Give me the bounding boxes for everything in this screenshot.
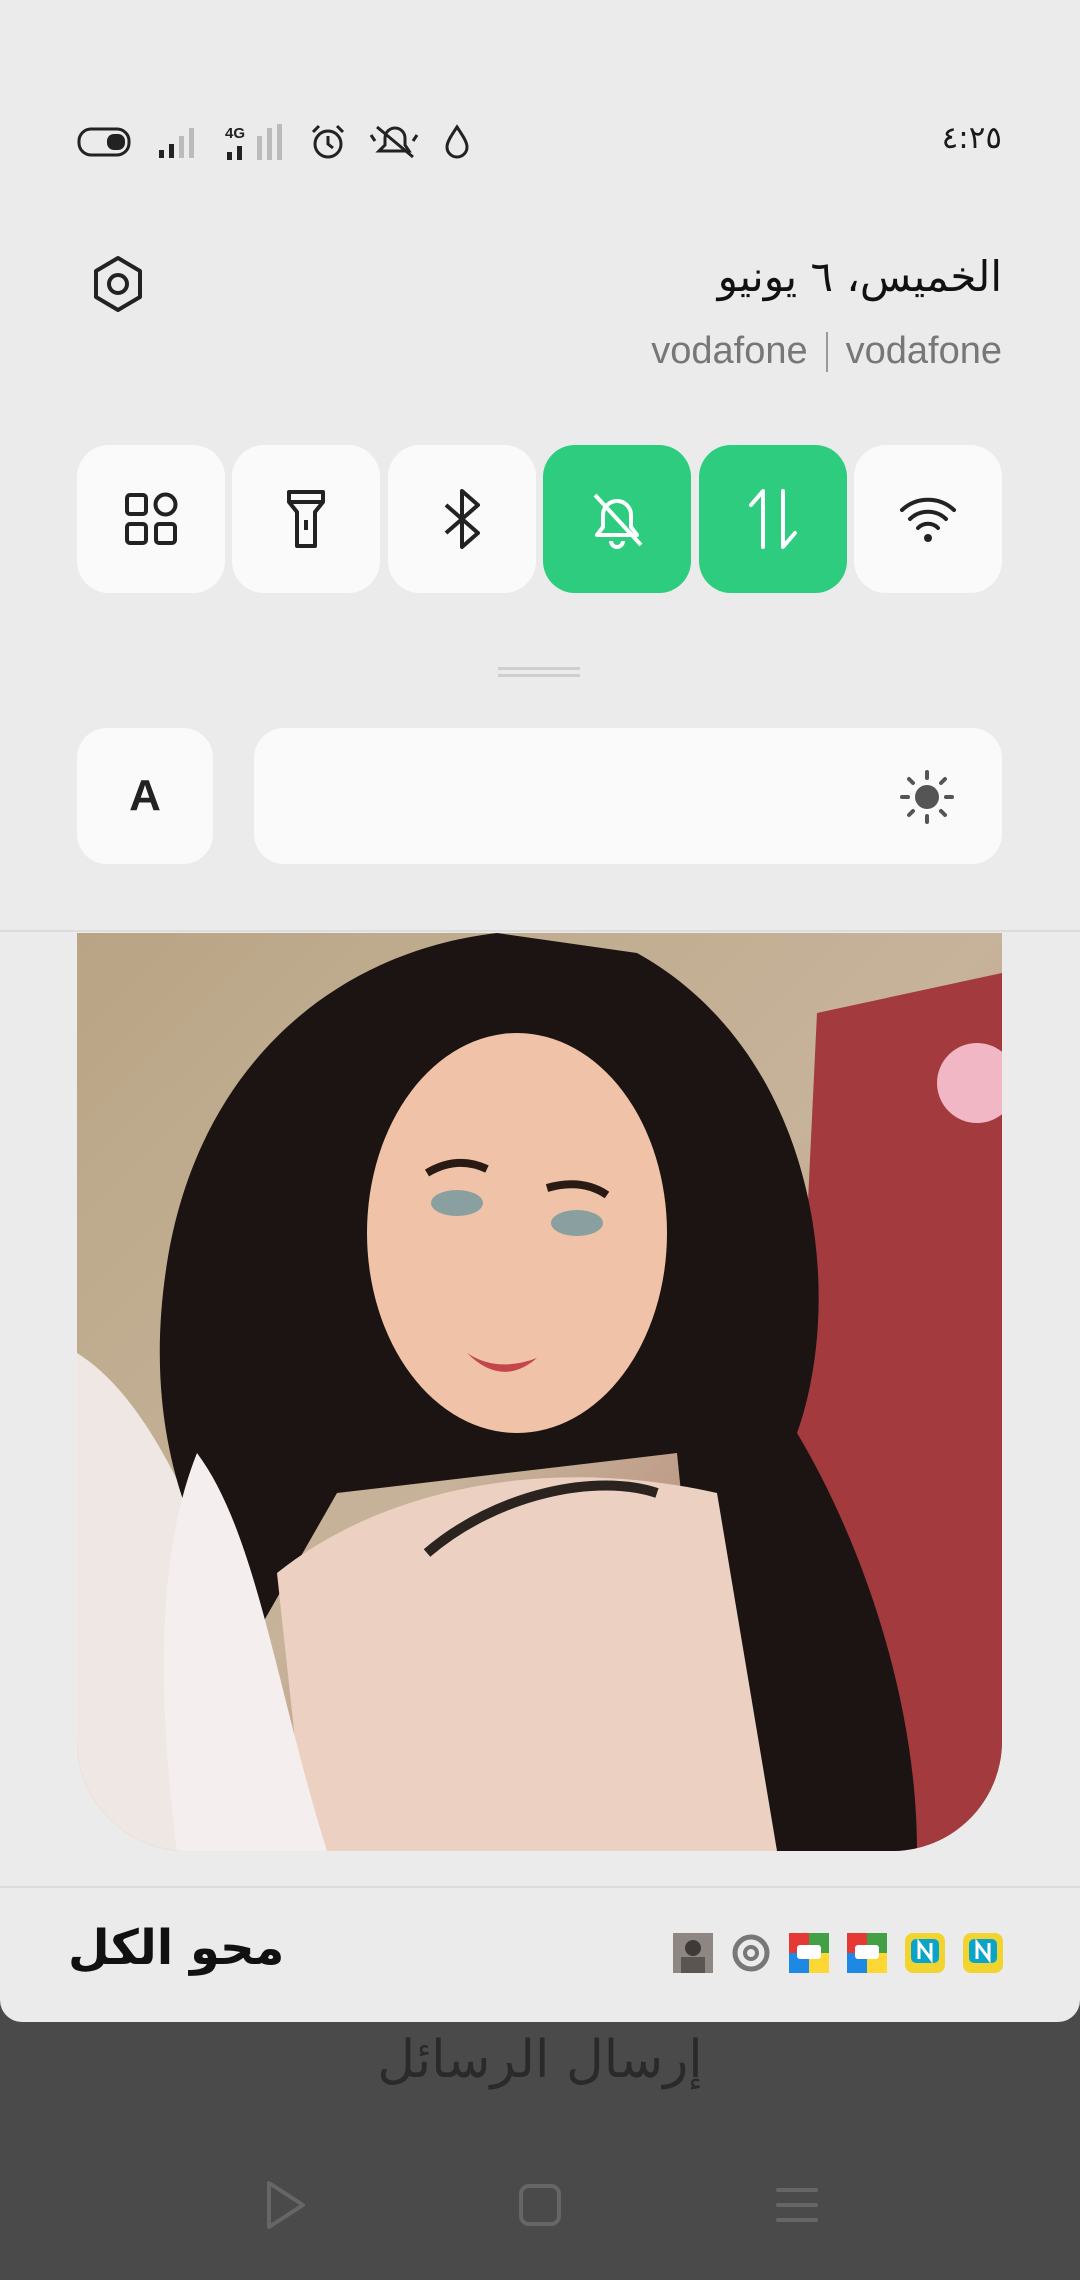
home-square-icon bbox=[519, 2184, 561, 2226]
auto-brightness-button[interactable]: A bbox=[77, 728, 213, 864]
bluetooth-icon bbox=[444, 489, 480, 549]
quick-toggles bbox=[77, 445, 1002, 593]
signal-icon bbox=[157, 124, 201, 160]
nfl-app-icon bbox=[963, 1933, 1003, 1973]
carrier-2: vodafone bbox=[845, 330, 1002, 372]
background-app-label: إرسال الرسائل bbox=[377, 2030, 703, 2090]
navigation-bar bbox=[0, 2160, 1080, 2250]
carrier-labels: vodafone vodafone bbox=[651, 330, 1002, 373]
grid-icon bbox=[125, 492, 178, 545]
photo-app-icon bbox=[673, 1933, 713, 1973]
settings-button[interactable] bbox=[86, 252, 150, 316]
ludo-game-icon bbox=[789, 1933, 829, 1973]
ludo-game-icon bbox=[847, 1933, 887, 1973]
flashlight-icon bbox=[287, 490, 326, 548]
back-button[interactable] bbox=[240, 2160, 330, 2250]
wifi-icon bbox=[899, 497, 956, 542]
status-icons: 4G bbox=[77, 122, 471, 162]
toggle-apps-grid[interactable] bbox=[77, 445, 225, 593]
notification-image[interactable] bbox=[77, 933, 1002, 1851]
mute-icon bbox=[369, 123, 421, 161]
settings-hexagon-icon bbox=[94, 256, 142, 312]
4g-signal-icon: 4G bbox=[223, 122, 287, 162]
notification-shade: 4G ٤:٢٥ الخميس، ٦ يونيو vodafone vodafon… bbox=[0, 0, 1080, 2022]
battery-icon bbox=[77, 126, 135, 158]
back-triangle-icon bbox=[267, 2181, 305, 2229]
toggle-silent[interactable] bbox=[543, 445, 692, 593]
carrier-1: vodafone bbox=[651, 330, 808, 372]
network-type-label: 4G bbox=[225, 125, 245, 142]
bell-off-icon bbox=[593, 493, 643, 549]
drop-icon bbox=[443, 124, 471, 160]
chrome-icon bbox=[731, 1933, 771, 1973]
nfl-app-icon bbox=[905, 1933, 945, 1973]
notification-app-icons bbox=[673, 1933, 1003, 1973]
recents-button[interactable] bbox=[752, 2160, 842, 2250]
carrier-separator bbox=[825, 331, 828, 372]
toggle-mobile-data[interactable] bbox=[698, 445, 847, 593]
toggle-flashlight[interactable] bbox=[232, 445, 381, 593]
status-time: ٤:٢٥ bbox=[941, 120, 1002, 156]
status-bar: 4G ٤:٢٥ bbox=[0, 110, 1080, 170]
divider bbox=[0, 1886, 1080, 1888]
sun-icon bbox=[900, 770, 954, 824]
menu-lines-icon bbox=[776, 2188, 818, 2222]
drag-handle[interactable] bbox=[498, 667, 580, 677]
alarm-icon bbox=[309, 123, 347, 161]
toggle-wifi[interactable] bbox=[853, 445, 1002, 593]
date-label[interactable]: الخميس، ٦ يونيو bbox=[718, 252, 1002, 301]
data-arrows-icon bbox=[748, 489, 797, 549]
divider bbox=[0, 930, 1080, 932]
portrait-photo bbox=[77, 933, 1002, 1851]
toggle-bluetooth[interactable] bbox=[387, 445, 536, 593]
clear-all-button[interactable]: محو الكل bbox=[68, 1920, 284, 1976]
brightness-slider[interactable] bbox=[254, 728, 1002, 864]
home-button[interactable] bbox=[495, 2160, 585, 2250]
